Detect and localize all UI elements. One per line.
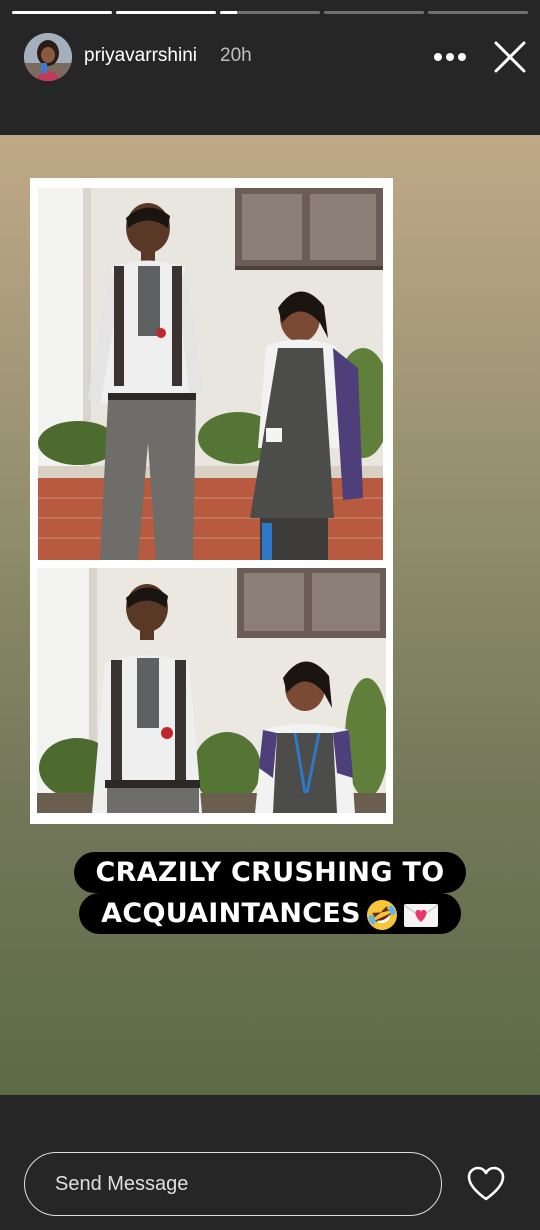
more-horizontal-icon (434, 53, 466, 61)
progress-segment (428, 11, 528, 14)
avatar[interactable] (24, 33, 72, 81)
close-icon (494, 41, 526, 73)
caption-line-2: ACQUAINTANCES (101, 898, 361, 929)
love-letter-emoji (403, 903, 439, 927)
close-button[interactable] (490, 37, 530, 77)
story-caption: CRAZILY CRUSHING TO ACQUAINTANCES (60, 852, 480, 934)
progress-segment (116, 11, 216, 14)
story-header: priyavarrshini 20h (0, 0, 540, 135)
heart-icon (467, 1166, 505, 1201)
caption-line-1: CRAZILY CRUSHING TO (95, 857, 445, 888)
send-message-input[interactable] (24, 1152, 442, 1216)
story-footer (0, 1095, 540, 1230)
more-options-button[interactable] (430, 42, 470, 72)
progress-segment (220, 11, 320, 14)
progress-fill (220, 11, 237, 14)
like-button[interactable] (466, 1165, 506, 1203)
story-content[interactable]: CRAZILY CRUSHING TO ACQUAINTANCES (0, 135, 540, 1095)
story-timestamp: 20h (220, 45, 252, 66)
story-progress-bar (12, 11, 528, 14)
progress-fill (116, 11, 216, 14)
progress-segment (12, 11, 112, 14)
progress-fill (12, 11, 112, 14)
story-photo-bottom (37, 568, 386, 813)
caption-text: CRAZILY CRUSHING TO ACQUAINTANCES (73, 852, 467, 934)
story-username[interactable]: priyavarrshini (84, 45, 197, 67)
rolling-on-floor-laughing-emoji (366, 899, 397, 930)
photo-collage (30, 178, 393, 824)
progress-segment (324, 11, 424, 14)
story-photo-top (38, 188, 383, 560)
